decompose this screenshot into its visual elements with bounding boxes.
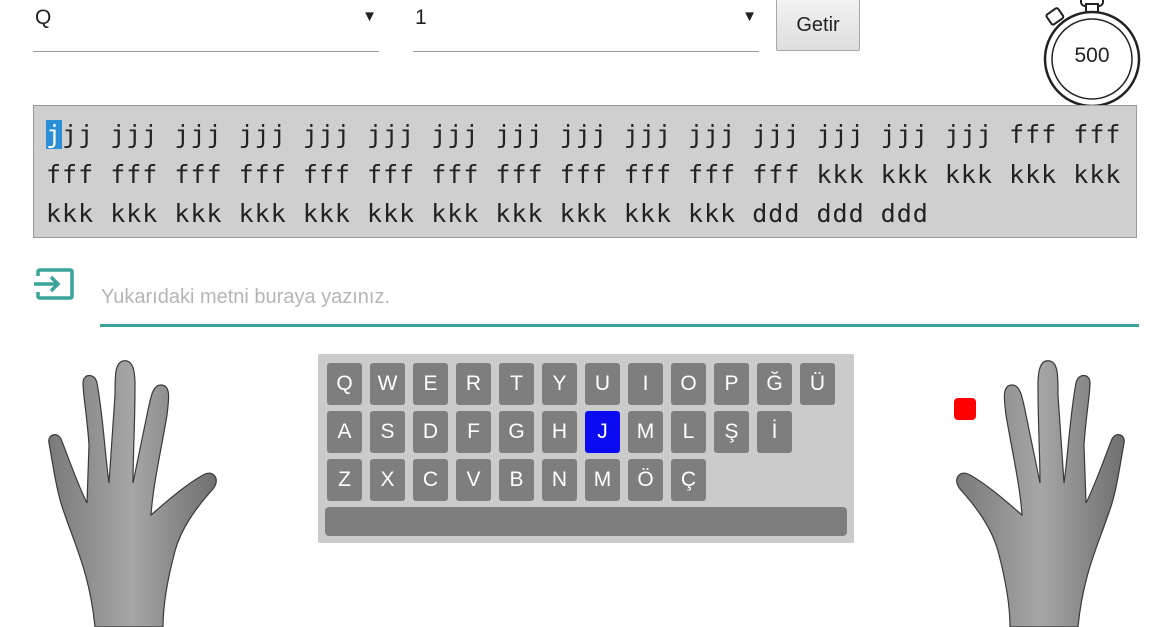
key-z[interactable]: Z bbox=[327, 459, 362, 501]
key-x[interactable]: X bbox=[370, 459, 405, 501]
key-q[interactable]: Q bbox=[327, 363, 362, 405]
key-i[interactable]: I bbox=[628, 363, 663, 405]
keyboard-layout-select[interactable]: Q ▼ bbox=[33, 0, 379, 52]
key-y[interactable]: Y bbox=[542, 363, 577, 405]
virtual-keyboard: QWERTYUIOPĞÜASDFGHJMLŞİZXCVBNMÖÇ bbox=[318, 354, 854, 543]
key-t[interactable]: T bbox=[499, 363, 534, 405]
key-j[interactable]: J bbox=[585, 411, 620, 453]
key-ö[interactable]: Ö bbox=[628, 459, 663, 501]
key-c[interactable]: C bbox=[413, 459, 448, 501]
key-h[interactable]: H bbox=[542, 411, 577, 453]
current-character: j bbox=[46, 120, 63, 149]
dropdown-arrow-icon: ▼ bbox=[742, 8, 757, 25]
key-n[interactable]: N bbox=[542, 459, 577, 501]
key-ü[interactable]: Ü bbox=[800, 363, 835, 405]
finger-marker bbox=[954, 398, 976, 420]
key-b[interactable]: B bbox=[499, 459, 534, 501]
level-select[interactable]: 1 ▼ bbox=[413, 0, 759, 52]
key-ğ[interactable]: Ğ bbox=[757, 363, 792, 405]
key-o[interactable]: O bbox=[671, 363, 706, 405]
key-r[interactable]: R bbox=[456, 363, 491, 405]
key-e[interactable]: E bbox=[413, 363, 448, 405]
key-l[interactable]: L bbox=[671, 411, 706, 453]
key-i̇[interactable]: İ bbox=[757, 411, 792, 453]
key-f[interactable]: F bbox=[456, 411, 491, 453]
keyboard-layout-value: Q bbox=[35, 6, 52, 29]
level-value: 1 bbox=[415, 6, 427, 29]
key-p[interactable]: P bbox=[714, 363, 749, 405]
practice-text: jjj jjj jjj jjj jjj jjj jjj jjj jjj jjj … bbox=[33, 105, 1137, 238]
left-hand-image bbox=[48, 360, 217, 627]
key-ç[interactable]: Ç bbox=[671, 459, 706, 501]
timer-value: 500 bbox=[1074, 44, 1110, 67]
key-s[interactable]: S bbox=[370, 411, 405, 453]
dropdown-arrow-icon: ▼ bbox=[362, 8, 377, 25]
key-w[interactable]: W bbox=[370, 363, 405, 405]
space-key[interactable] bbox=[325, 507, 847, 536]
key-v[interactable]: V bbox=[456, 459, 491, 501]
right-hand-image bbox=[954, 360, 1125, 627]
key-m[interactable]: M bbox=[628, 411, 663, 453]
key-g[interactable]: G bbox=[499, 411, 534, 453]
key-a[interactable]: A bbox=[327, 411, 362, 453]
typing-input[interactable] bbox=[100, 277, 1139, 327]
key-u[interactable]: U bbox=[585, 363, 620, 405]
key-ş[interactable]: Ş bbox=[714, 411, 749, 453]
key-m[interactable]: M bbox=[585, 459, 620, 501]
remaining-text: jj jjj jjj jjj jjj jjj jjj jjj jjj jjj j… bbox=[46, 120, 1122, 228]
input-icon bbox=[34, 268, 74, 300]
fetch-button[interactable]: Getir bbox=[776, 0, 860, 51]
key-d[interactable]: D bbox=[413, 411, 448, 453]
